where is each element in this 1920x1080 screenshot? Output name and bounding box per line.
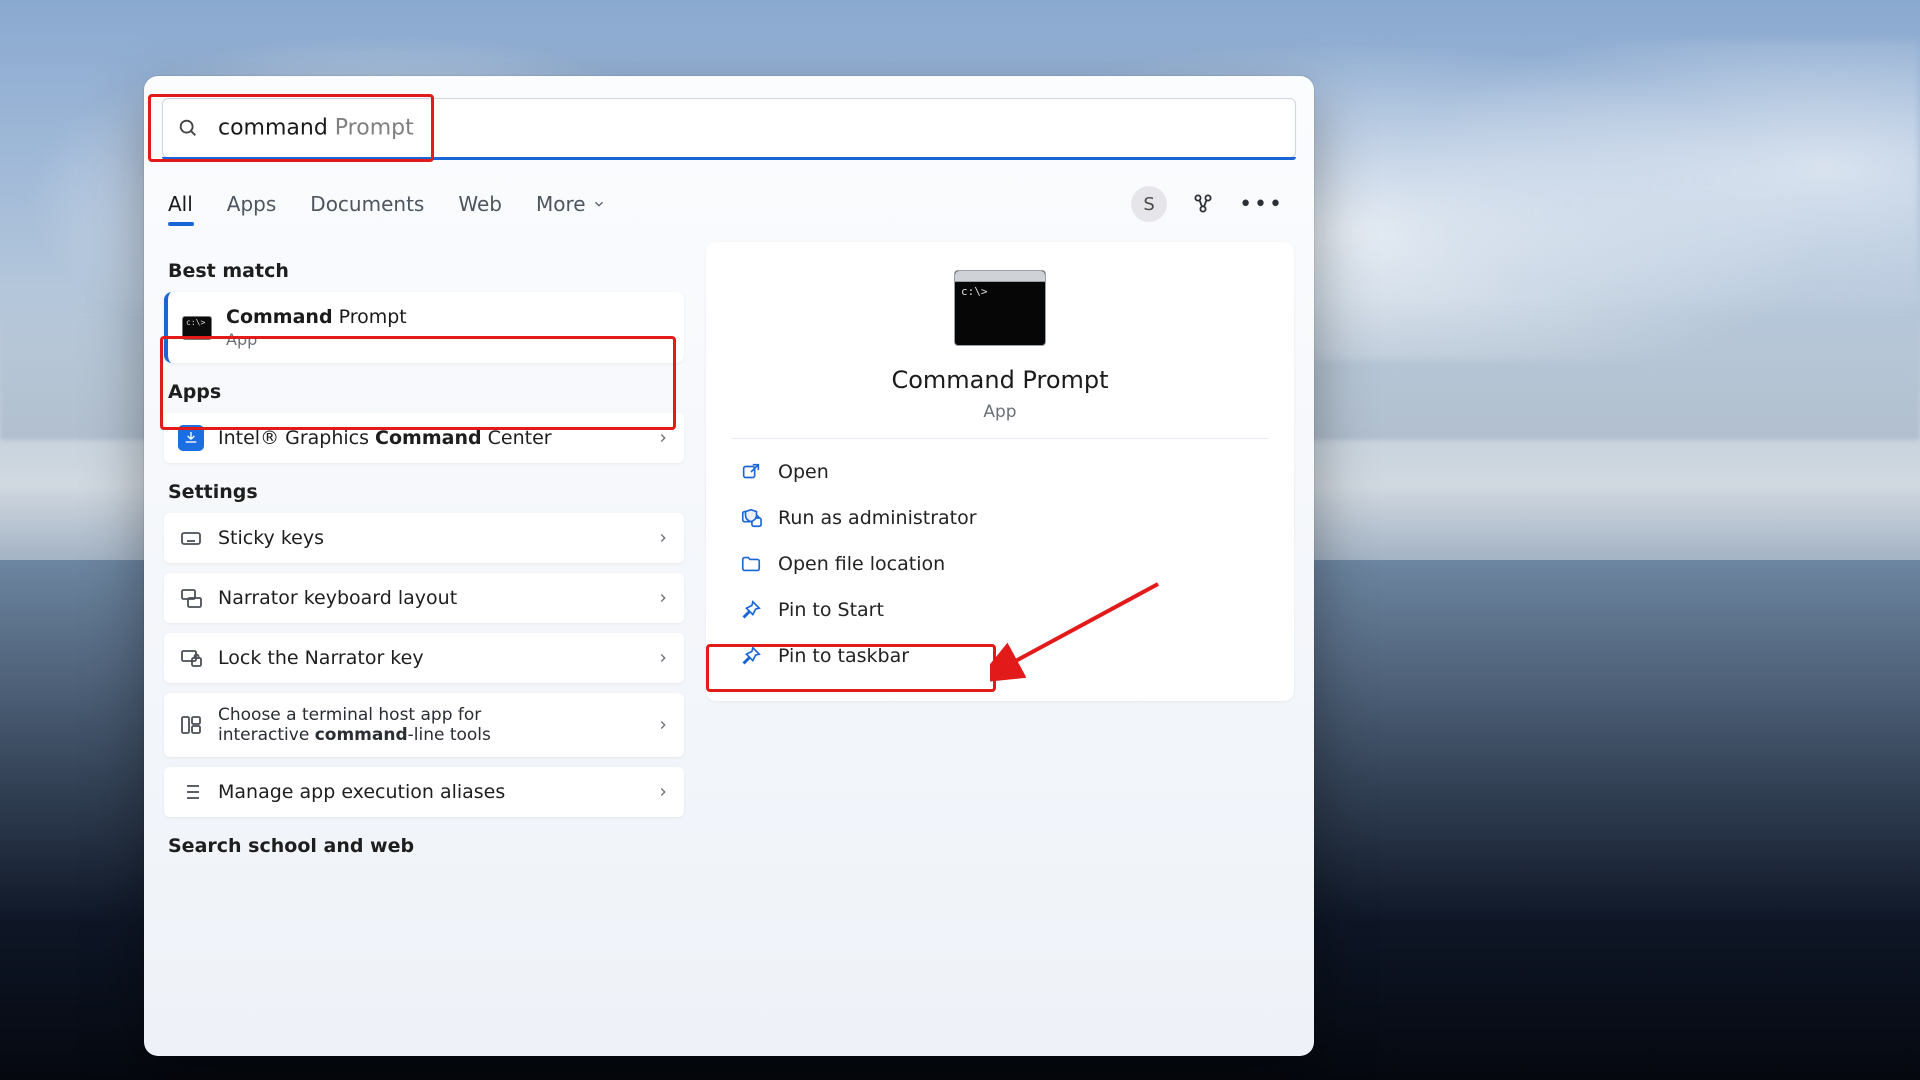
execution-aliases-icon: [178, 779, 204, 805]
best-match-title: Command Prompt: [226, 306, 407, 328]
search-icon: [177, 117, 199, 139]
search-box[interactable]: command Prompt: [162, 98, 1296, 158]
search-box-wrap: command Prompt: [162, 98, 1296, 158]
tab-apps[interactable]: Apps: [225, 182, 279, 226]
best-match-result[interactable]: Command Prompt App: [164, 292, 684, 363]
narrator-keyboard-icon: [178, 585, 204, 611]
section-best-match-title: Best match: [168, 260, 680, 282]
list-item-label: Narrator keyboard layout: [218, 587, 457, 609]
chevron-right-icon: [656, 651, 670, 665]
detail-type: App: [983, 402, 1016, 422]
action-pin-to-taskbar[interactable]: Pin to taskbar: [732, 633, 1268, 679]
chevron-right-icon: [656, 431, 670, 445]
narrator-lock-icon: [178, 645, 204, 671]
tab-more[interactable]: More: [534, 182, 608, 226]
section-apps-title: Apps: [168, 381, 680, 403]
section-settings-title: Settings: [168, 481, 680, 503]
org-chart-icon[interactable]: [1189, 190, 1217, 218]
best-match-subtitle: App: [226, 330, 407, 349]
action-label: Open: [778, 461, 829, 483]
detail-actions: Open Run as administrator: [732, 449, 1268, 679]
terminal-host-icon: [178, 712, 204, 738]
chevron-right-icon: [656, 718, 670, 732]
tab-documents[interactable]: Documents: [308, 182, 426, 226]
action-open-file-location[interactable]: Open file location: [732, 541, 1268, 587]
settings-narrator-keyboard-layout[interactable]: Narrator keyboard layout: [164, 573, 684, 623]
run-admin-icon: [740, 507, 762, 529]
settings-terminal-host[interactable]: Choose a terminal host app for interacti…: [164, 693, 684, 757]
action-label: Pin to Start: [778, 599, 884, 621]
tab-active-underline: [168, 222, 194, 226]
details-right-column: Command Prompt App Open: [706, 242, 1294, 867]
open-icon: [740, 461, 762, 483]
start-search-panel: command Prompt All Apps Documents Web Mo…: [144, 76, 1314, 1056]
filter-tabs: All Apps Documents Web More: [166, 182, 608, 226]
list-item-label: Manage app execution aliases: [218, 781, 505, 803]
keyboard-icon: [178, 525, 204, 551]
action-open[interactable]: Open: [732, 449, 1268, 495]
action-label: Run as administrator: [778, 507, 977, 529]
tab-all[interactable]: All: [166, 182, 195, 226]
action-label: Open file location: [778, 553, 945, 575]
results-left-column: Best match Command Prompt App Apps Intel…: [164, 242, 684, 867]
command-prompt-icon: [182, 316, 212, 340]
chevron-down-icon: [592, 197, 606, 211]
pin-icon: [740, 645, 762, 667]
pin-icon: [740, 599, 762, 621]
folder-icon: [740, 553, 762, 575]
list-item-label: Sticky keys: [218, 527, 324, 549]
chevron-right-icon: [656, 531, 670, 545]
settings-sticky-keys[interactable]: Sticky keys: [164, 513, 684, 563]
more-options-icon[interactable]: •••: [1239, 192, 1284, 217]
detail-title: Command Prompt: [891, 366, 1108, 394]
user-avatar[interactable]: S: [1131, 186, 1167, 222]
list-item-label: Lock the Narrator key: [218, 647, 424, 669]
detail-header: Command Prompt App: [732, 264, 1268, 439]
chevron-right-icon: [656, 591, 670, 605]
apps-result-label: Intel® Graphics Command Center: [218, 427, 552, 449]
list-item-label: Choose a terminal host app for interacti…: [218, 705, 491, 745]
section-search-web-title: Search school and web: [168, 835, 680, 857]
search-focus-underline: [162, 157, 1296, 160]
command-prompt-icon-large: [954, 270, 1046, 346]
settings-manage-aliases[interactable]: Manage app execution aliases: [164, 767, 684, 817]
action-run-as-administrator[interactable]: Run as administrator: [732, 495, 1268, 541]
detail-card: Command Prompt App Open: [706, 242, 1294, 701]
header-right-icons: S •••: [1131, 186, 1292, 222]
chevron-right-icon: [656, 785, 670, 799]
apps-result-intel-command-center[interactable]: Intel® Graphics Command Center: [164, 413, 684, 463]
action-label: Pin to taskbar: [778, 645, 909, 667]
settings-lock-narrator-key[interactable]: Lock the Narrator key: [164, 633, 684, 683]
filter-row: All Apps Documents Web More S: [144, 168, 1314, 232]
results-row: Best match Command Prompt App Apps Intel…: [144, 232, 1314, 887]
action-pin-to-start[interactable]: Pin to Start: [732, 587, 1268, 633]
search-input[interactable]: [213, 116, 1281, 141]
tab-web[interactable]: Web: [456, 182, 504, 226]
intel-graphics-icon: [178, 425, 204, 451]
